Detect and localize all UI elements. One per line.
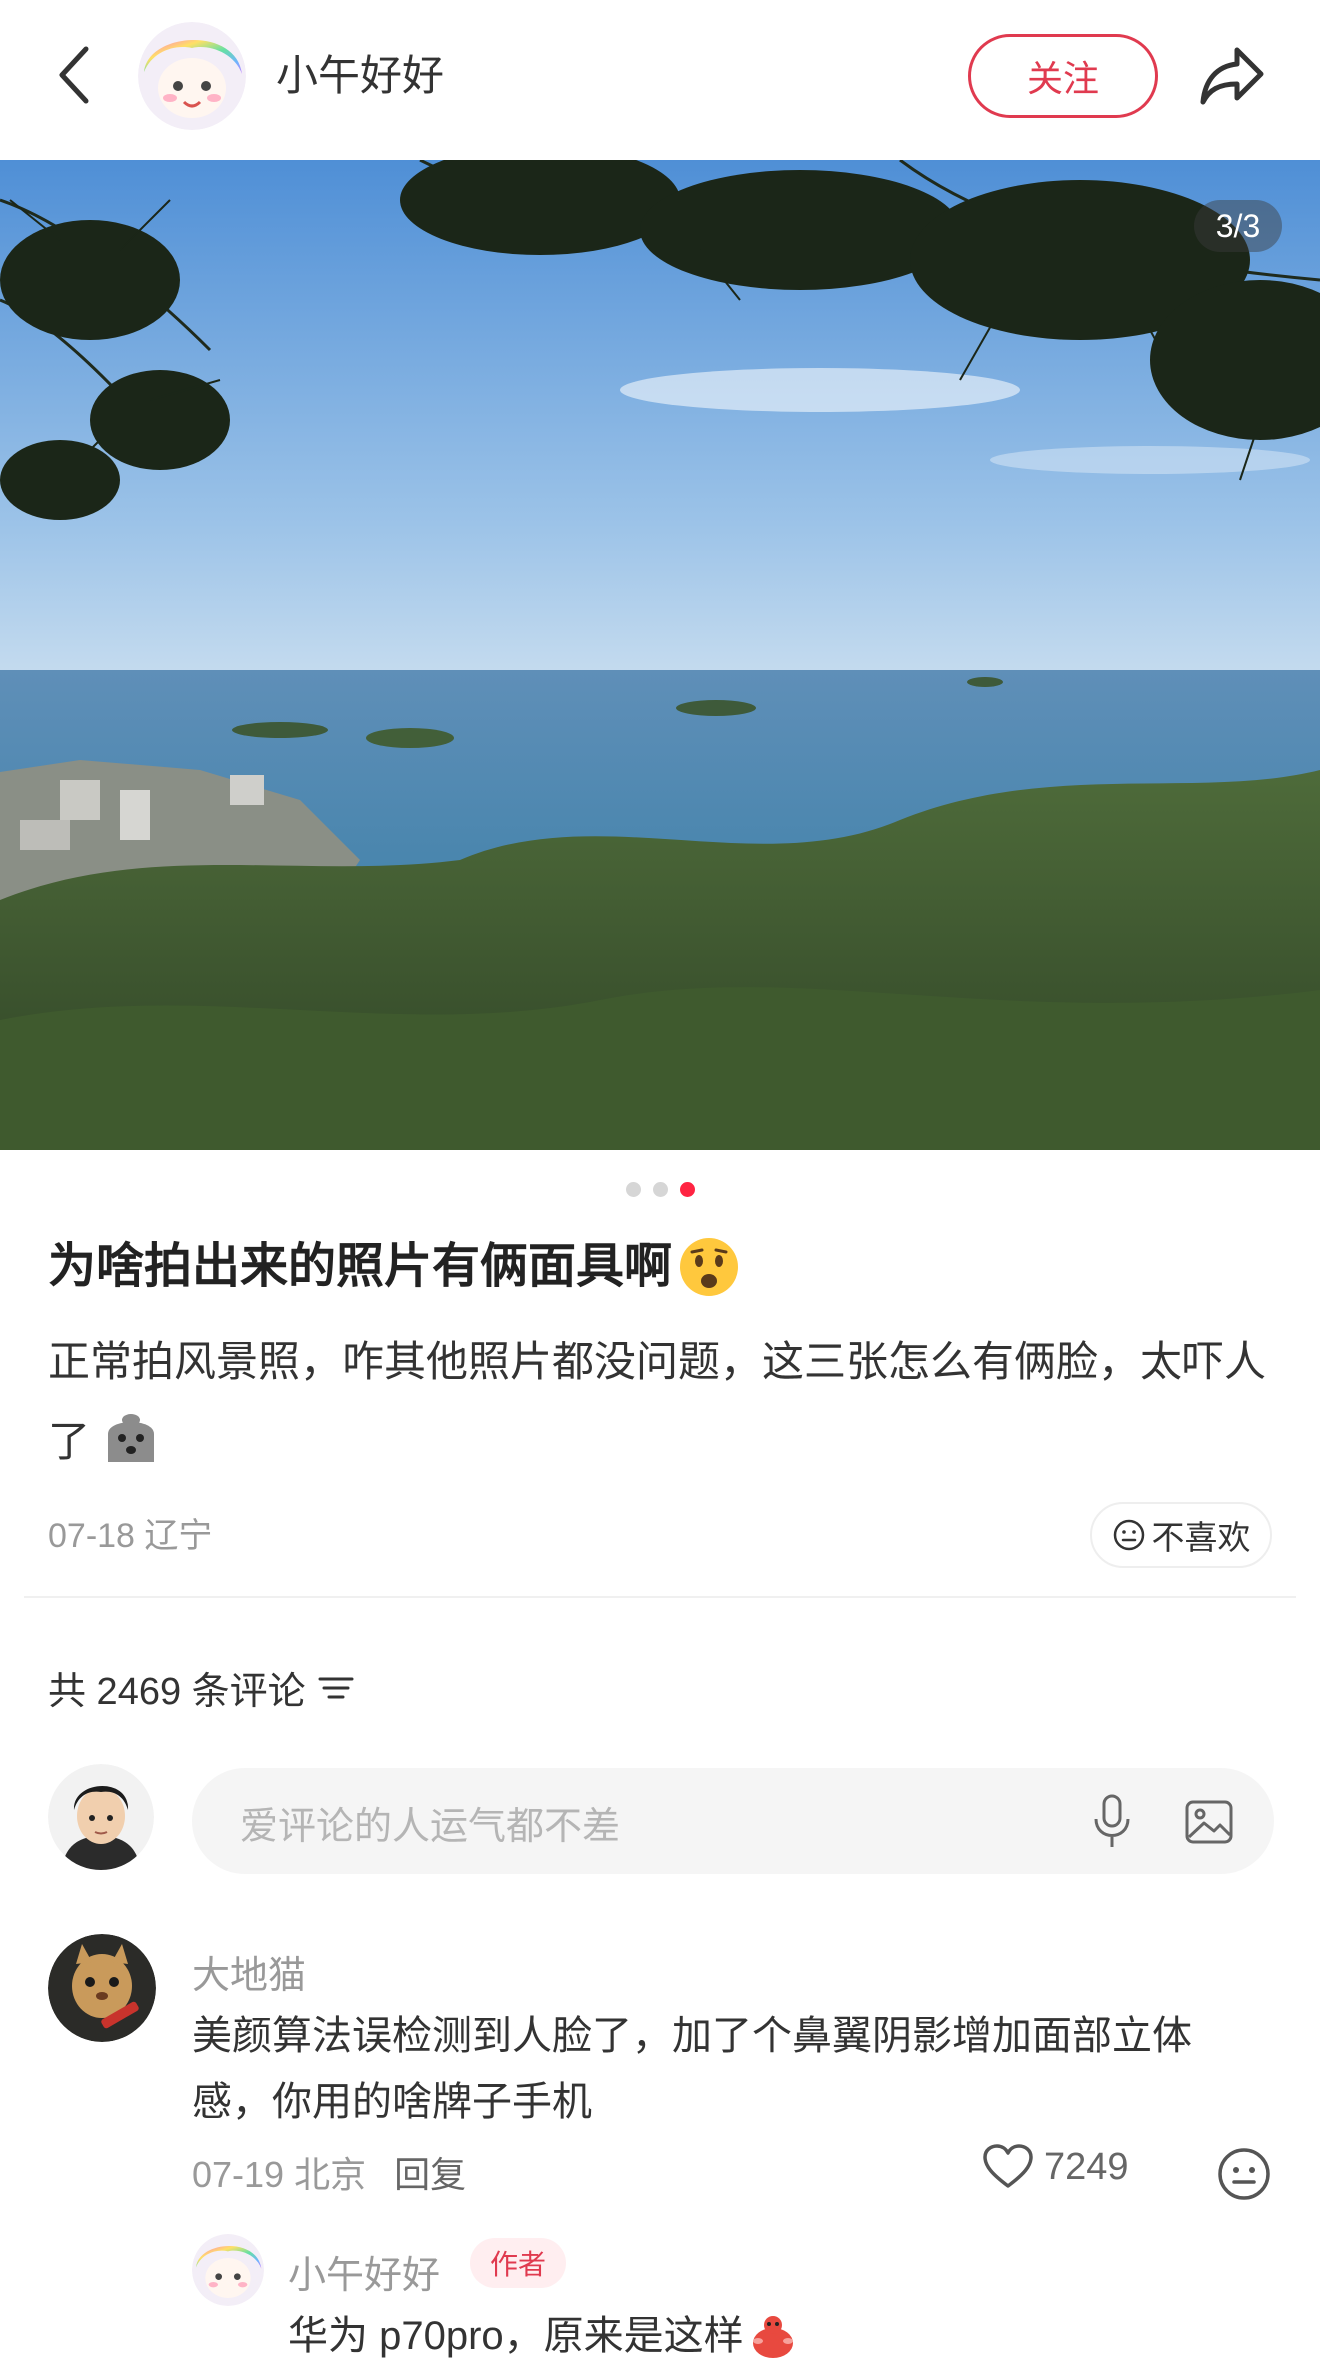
- divider: [24, 1596, 1296, 1598]
- photo-page-counter: 3/3: [1194, 200, 1282, 252]
- sort-filter-icon[interactable]: [318, 1673, 354, 1703]
- carousel-indicator: [0, 1182, 1320, 1197]
- comment-location: 北京: [294, 2154, 367, 2195]
- commenter-avatar-image: [48, 1934, 156, 2042]
- reply-button[interactable]: 回复: [394, 2146, 466, 2198]
- dislike-button[interactable]: 不喜欢: [1090, 1502, 1272, 1568]
- reply-text[interactable]: 华为 p70pro，原来是这样: [288, 2306, 798, 2366]
- post-location: 辽宁: [144, 1517, 213, 1555]
- image-icon: [1185, 1800, 1233, 1844]
- post-title-text: 为啥拍出来的照片有俩面具啊: [48, 1240, 673, 1293]
- comment-like-count: 7249: [1044, 2145, 1129, 2188]
- post-meta: 07-18 辽宁: [48, 1508, 212, 1557]
- seascape-photo: [0, 160, 1320, 1150]
- commenter-avatar[interactable]: [48, 1934, 156, 2042]
- back-button[interactable]: [44, 40, 104, 110]
- post-photo[interactable]: 3/3: [0, 160, 1320, 1150]
- reply-author-avatar-image: [192, 2234, 264, 2306]
- comments-count[interactable]: 共 2469 条评论: [48, 1660, 354, 1715]
- reply-author-avatar[interactable]: [192, 2234, 264, 2306]
- carousel-dot[interactable]: [652, 1182, 668, 1197]
- post-title: 为啥拍出来的照片有俩面具啊: [48, 1232, 740, 1302]
- author-avatar[interactable]: [138, 22, 246, 130]
- neutral-face-icon: [1113, 1519, 1144, 1551]
- author-avatar-image: [138, 22, 246, 130]
- post-body-text: 正常拍风景照，咋其他照片都没问题，这三张怎么有俩脸，太吓人了: [48, 1338, 1267, 1465]
- ghost-face-emoji: [107, 1414, 154, 1462]
- comment-emoji-button[interactable]: [1214, 2144, 1274, 2204]
- heart-outline-icon: [983, 2144, 1033, 2188]
- top-bar: 小午好好 关注: [0, 0, 1320, 160]
- red-creature-emoji: [752, 2316, 793, 2358]
- post-body: 正常拍风景照，咋其他照片都没问题，这三张怎么有俩脸，太吓人了: [48, 1322, 1278, 1482]
- comment-text[interactable]: 美颜算法误检测到人脸了，加了个鼻翼阴影增加面部立体感，你用的啥牌子手机: [192, 2003, 1262, 2135]
- frowning-face-emoji: [680, 1238, 739, 1296]
- reply-text-content: 华为 p70pro，原来是这样: [288, 2314, 744, 2358]
- carousel-dot-active[interactable]: [679, 1182, 695, 1197]
- comment-date: 07-19: [192, 2154, 285, 2195]
- post-date: 07-18: [48, 1517, 135, 1555]
- my-avatar: [48, 1764, 154, 1870]
- commenter-name[interactable]: 大地猫: [192, 1944, 306, 1999]
- author-badge: 作者: [470, 2238, 566, 2288]
- voice-input-button[interactable]: [1086, 1790, 1138, 1852]
- comment-date-location: 07-19 北京: [192, 2146, 366, 2198]
- dislike-label: 不喜欢: [1151, 1519, 1251, 1556]
- comments-count-label: 共 2469 条评论: [48, 1671, 306, 1713]
- microphone-icon: [1094, 1794, 1130, 1847]
- share-arrow-icon: [1200, 47, 1264, 105]
- comment-like-button[interactable]: 7249: [982, 2144, 1129, 2190]
- follow-button[interactable]: 关注: [968, 34, 1158, 118]
- carousel-dot[interactable]: [625, 1182, 641, 1197]
- my-avatar-image: [48, 1764, 154, 1870]
- share-button[interactable]: [1192, 38, 1272, 114]
- neutral-face-icon: [1218, 2148, 1270, 2200]
- chevron-left-icon: [59, 46, 89, 104]
- author-name[interactable]: 小午好好: [276, 50, 444, 102]
- comment-meta: 07-19 北京 回复: [192, 2146, 466, 2198]
- reply-author-name[interactable]: 小午好好: [288, 2244, 440, 2299]
- image-attach-button[interactable]: [1180, 1796, 1238, 1848]
